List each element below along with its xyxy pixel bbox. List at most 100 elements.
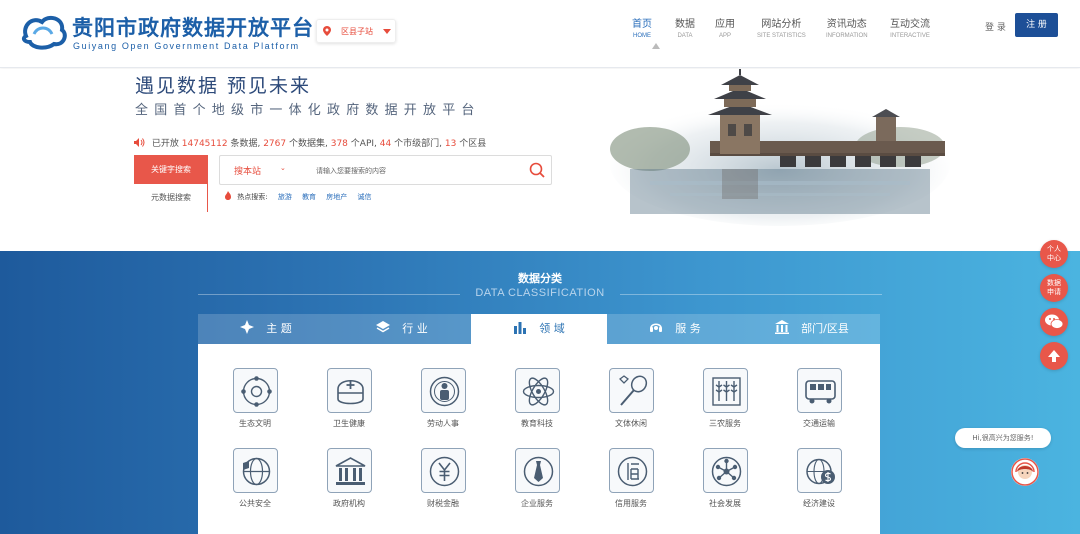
register-button[interactable]: 注 册 <box>1015 13 1058 37</box>
tab-department-label: 部门/区县 <box>801 322 849 335</box>
stats-apis: 378 <box>330 139 348 149</box>
classification-title: 数据分类 <box>518 272 562 285</box>
divider <box>620 294 882 295</box>
hot-keyword[interactable]: 房地产 <box>326 193 347 201</box>
credit-icon <box>617 456 647 487</box>
tab-industry[interactable]: 行 业 <box>334 314 470 344</box>
nav-information[interactable]: 资讯动态 INFORMATION <box>826 15 868 39</box>
category-ecology[interactable]: 生态文明 <box>225 368 285 429</box>
nav-interactive[interactable]: 互动交流 INTERACTIVE <box>890 15 930 39</box>
government-icon <box>335 457 365 485</box>
category-label: 文体休闲 <box>615 419 647 428</box>
category-sports[interactable]: 文体休闲 <box>601 368 661 429</box>
divider <box>198 294 460 295</box>
wechat-button[interactable] <box>1040 308 1068 336</box>
stats-counties-unit: 个区县 <box>459 139 487 149</box>
cloud-logo-icon <box>21 15 67 50</box>
tab-department[interactable]: 部门/区县 <box>744 314 880 344</box>
category-labor[interactable]: 劳动人事 <box>413 368 473 429</box>
site-logo[interactable]: 贵阳市政府数据开放平台 Guiyang Open Government Data… <box>20 10 313 58</box>
region-selector[interactable]: 区县子站 <box>316 19 396 43</box>
hot-keyword[interactable]: 旅游 <box>278 193 292 201</box>
atom-icon <box>522 377 554 406</box>
category-government[interactable]: 政府机构 <box>319 448 379 509</box>
fire-icon <box>225 191 231 200</box>
category-label: 三农服务 <box>709 419 741 428</box>
tab-service[interactable]: 服 务 <box>607 314 743 344</box>
category-label: 政府机构 <box>333 499 365 508</box>
stats-records-unit: 条数据, <box>230 139 261 149</box>
assistant-avatar-icon <box>1011 458 1039 486</box>
nav-home-label: 首页 <box>632 19 652 30</box>
building-icon <box>775 320 790 334</box>
category-label: 企业服务 <box>521 499 553 508</box>
stats-apis-unit: 个API, <box>350 139 377 149</box>
tab-field-label: 领 域 <box>539 322 565 335</box>
chevron-down-icon <box>383 29 391 34</box>
yuan-icon <box>429 456 459 487</box>
personal-center-button[interactable]: 个人中心 <box>1040 240 1068 268</box>
stats-depts-unit: 个市级部门, <box>394 139 442 149</box>
login-link[interactable]: 登 录 <box>985 20 1006 33</box>
search-scope-select[interactable]: 搜本站 <box>234 164 261 177</box>
chevron-down-icon: ⌄ <box>280 164 286 172</box>
category-label: 公共安全 <box>239 499 271 508</box>
category-transport[interactable]: 交通运输 <box>789 368 849 429</box>
speaker-icon <box>134 138 145 147</box>
arrow-up-icon <box>1048 350 1060 362</box>
tab-theme[interactable]: 主 题 <box>198 314 334 344</box>
nav-app-label: 应用 <box>715 19 735 30</box>
tab-theme-label: 主 题 <box>266 322 292 335</box>
category-label: 财税金融 <box>427 499 459 508</box>
search-input[interactable] <box>316 160 516 182</box>
data-request-button[interactable]: 数据申请 <box>1040 274 1068 302</box>
category-label: 生态文明 <box>239 419 271 428</box>
nav-info-label: 资讯动态 <box>826 19 867 30</box>
data-classification-section: 数据分类 DATA CLASSIFICATION 主 题 行 业 领 域 服 务… <box>0 251 1080 534</box>
metadata-search-tab[interactable]: 元数据搜索 <box>134 184 208 212</box>
category-label: 卫生健康 <box>333 419 365 428</box>
labor-icon <box>429 376 459 407</box>
pavilion-illustration <box>610 69 950 226</box>
category-health[interactable]: 卫生健康 <box>319 368 379 429</box>
stats-prefix: 已开放 <box>151 139 179 149</box>
stats-records: 14745112 <box>181 139 228 149</box>
stats-depts: 44 <box>379 139 392 149</box>
category-label: 教育科技 <box>521 419 553 428</box>
stats-datasets-unit: 个数据集, <box>288 139 328 149</box>
bus-icon <box>804 380 836 404</box>
category-agriculture[interactable]: 三农服务 <box>695 368 755 429</box>
category-economy[interactable]: 经济建设 <box>789 448 849 509</box>
hot-keyword[interactable]: 诚信 <box>358 193 372 201</box>
nav-site-statistics[interactable]: 网站分析 SITE STATISTICS <box>757 15 806 39</box>
tab-service-label: 服 务 <box>675 322 701 335</box>
nav-home[interactable]: 首页 HOME <box>632 15 660 49</box>
category-label: 劳动人事 <box>427 419 459 428</box>
category-finance[interactable]: 财税金融 <box>413 448 473 509</box>
tab-field[interactable]: 领 域 <box>471 314 607 344</box>
category-credit[interactable]: 信用服务 <box>601 448 661 509</box>
nav-home-en: HOME <box>633 33 651 39</box>
assistant-avatar[interactable] <box>1011 458 1039 486</box>
hot-keyword[interactable]: 教育 <box>302 193 316 201</box>
search-icon[interactable] <box>529 162 545 178</box>
classification-subtitle: DATA CLASSIFICATION <box>475 287 605 299</box>
category-education[interactable]: 教育科技 <box>507 368 567 429</box>
nav-app[interactable]: 应用 APP <box>715 15 735 39</box>
category-public-safety[interactable]: 公共安全 <box>225 448 285 509</box>
keyword-search-tab[interactable]: 关键字搜索 <box>134 155 208 184</box>
wheat-icon <box>711 377 741 406</box>
nav-data[interactable]: 数据 DATA <box>675 15 695 39</box>
wechat-icon <box>1045 314 1064 329</box>
layers-icon <box>376 321 391 333</box>
category-society[interactable]: 社会发展 <box>695 448 755 509</box>
personal-center-label: 个人中心 <box>1047 245 1061 262</box>
nav-stats-en: SITE STATISTICS <box>757 33 806 39</box>
nav-info-en: INFORMATION <box>826 33 868 39</box>
nav-data-en: DATA <box>677 33 693 39</box>
classification-tabs: 主 题 行 业 领 域 服 务 部门/区县 <box>198 314 880 344</box>
category-label: 交通运输 <box>803 419 835 428</box>
back-to-top-button[interactable] <box>1040 342 1068 370</box>
category-enterprise[interactable]: 企业服务 <box>507 448 567 509</box>
globe-dollar-icon <box>805 458 835 485</box>
